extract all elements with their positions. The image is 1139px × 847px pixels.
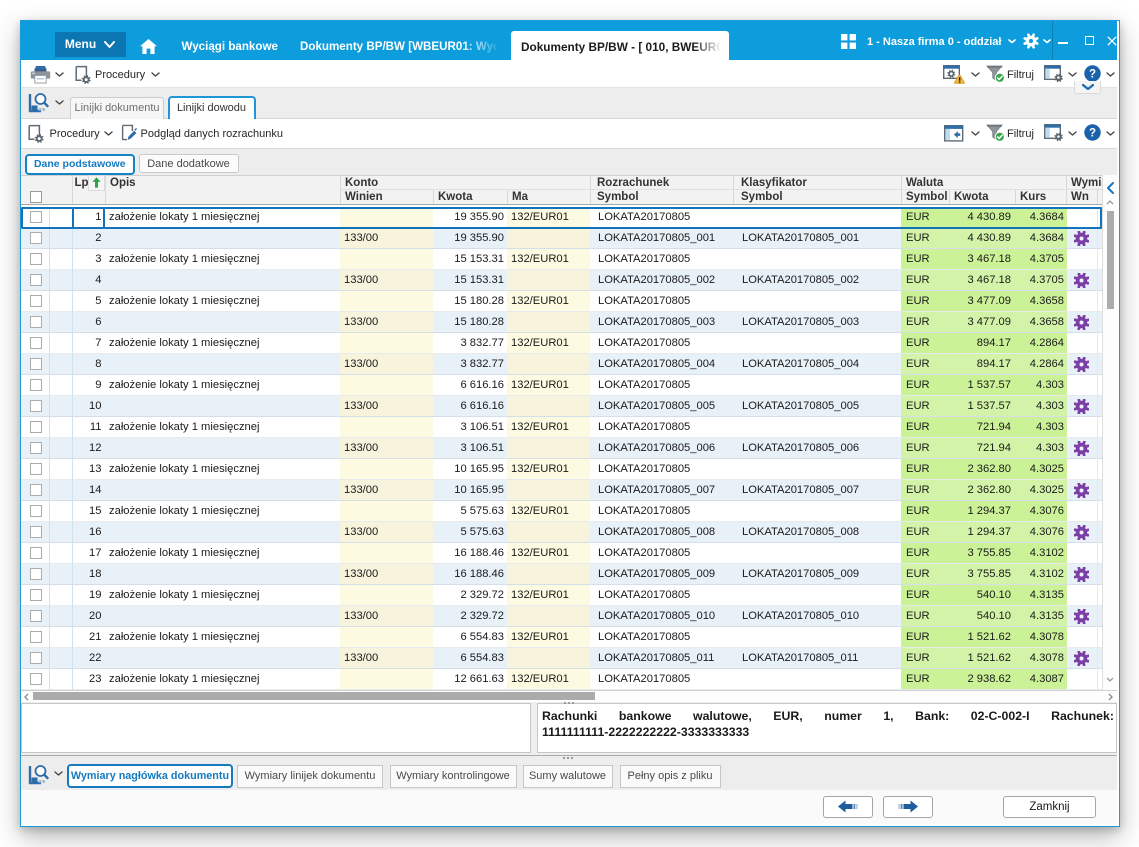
svg-text:?: ? — [1089, 127, 1096, 139]
svg-text:?: ? — [1089, 68, 1096, 80]
